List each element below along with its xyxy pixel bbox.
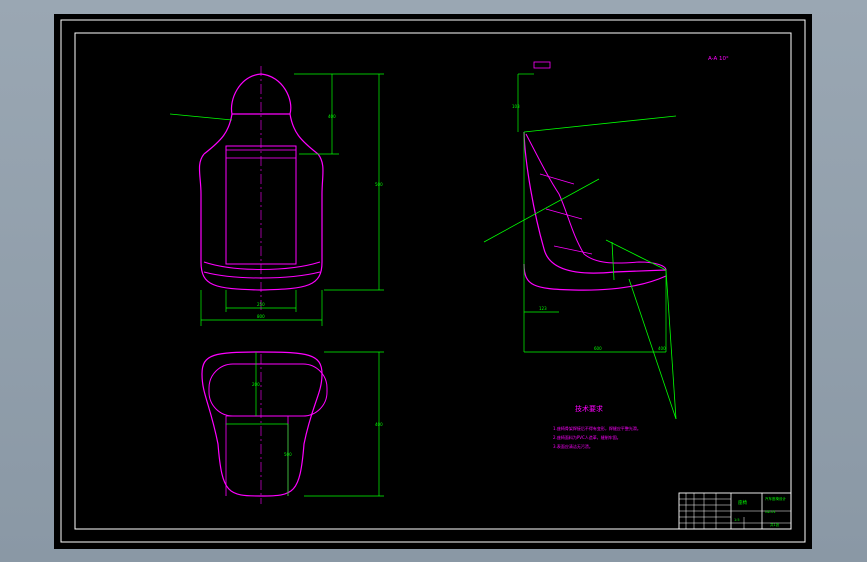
front-dim-label: 800 xyxy=(257,314,265,319)
title-part-name: 座椅 xyxy=(738,499,747,506)
side-view-label-tag xyxy=(533,61,551,69)
top-dim-label: 400 xyxy=(375,422,383,427)
section-view-label: A-A 10° xyxy=(708,56,729,62)
side-dim-label: 600 xyxy=(594,346,602,351)
leader-line xyxy=(169,113,233,121)
top-view: 400 200 500 xyxy=(201,351,384,504)
front-dim-label: 500 xyxy=(375,182,383,187)
title-sheet: 共1张 xyxy=(770,522,780,527)
title-drawing-no: GZ-01 xyxy=(765,510,776,514)
title-school: 汽车座椅设计 xyxy=(765,496,786,501)
top-dim-label: 500 xyxy=(284,452,292,457)
reference-line xyxy=(483,178,600,243)
side-profile-seat xyxy=(523,263,667,291)
technical-notes: 技术要求 1.座椅骨架焊接后不得有变形，焊缝应平整光滑。 2.座椅面料为PVC人… xyxy=(553,404,641,449)
drawing-viewport[interactable]: 500 400 250 800 400 200 500 103 123 600 … xyxy=(54,14,812,549)
outer-sheet-border xyxy=(60,19,806,543)
front-dim-label: 400 xyxy=(328,114,336,119)
sight-line xyxy=(665,269,677,420)
cad-application: 500 400 250 800 400 200 500 103 123 600 … xyxy=(0,0,867,562)
title-scale: 1:5 xyxy=(734,518,740,522)
front-dim-label: 250 xyxy=(257,302,265,307)
drawing-canvas: 500 400 250 800 400 200 500 103 123 600 … xyxy=(60,19,806,543)
inner-frame-border xyxy=(74,32,792,530)
side-profile-inner xyxy=(525,133,667,271)
tech-notes-title: 技术要求 xyxy=(575,404,603,413)
backrest-angle-line xyxy=(523,115,677,133)
front-view: 500 400 250 800 xyxy=(169,66,384,326)
tech-note-item: 2.座椅面料为PVC人造革，缝制牢固。 xyxy=(553,434,621,440)
sight-line xyxy=(628,278,677,420)
side-view: 103 123 600 400 xyxy=(483,61,677,420)
tech-note-item: 3.表面应清洁无污渍。 xyxy=(553,443,593,449)
seat-top-cushion xyxy=(208,363,328,417)
side-section-lines xyxy=(539,173,593,255)
title-block: 座椅 汽车座椅设计 GZ-01 1:5 共1张 xyxy=(678,492,792,530)
h-point-marker xyxy=(611,241,615,281)
side-profile-back xyxy=(523,131,667,274)
tech-note-item: 1.座椅骨架焊接后不得有变形，焊缝应平整光滑。 xyxy=(553,425,641,431)
top-dim-label: 200 xyxy=(252,382,260,387)
side-dim-label: 400 xyxy=(658,346,666,351)
side-dim-label: 123 xyxy=(539,306,547,311)
side-dim-label: 103 xyxy=(512,104,520,109)
